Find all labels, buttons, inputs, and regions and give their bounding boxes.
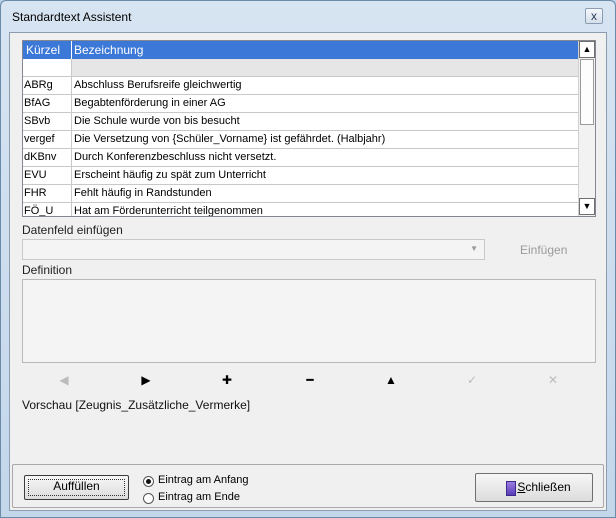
table-row[interactable]: dKBnv Durch Konferenzbeschluss nicht vers… — [23, 149, 579, 167]
table-row[interactable] — [23, 59, 579, 77]
cell-kuerzel: EVU — [23, 167, 72, 184]
cell-kuerzel: ABRg — [23, 77, 72, 94]
cell-bezeichnung: Begabtenförderung in einer AG — [74, 97, 226, 109]
grid-body: ABRg Abschluss Berufsreife gleichwertig Bf… — [23, 59, 579, 217]
title-bar: Standardtext Assistent x — [1, 1, 615, 31]
datenfeld-label: Datenfeld einfügen — [22, 223, 123, 237]
check-icon[interactable]: ✓ — [462, 371, 482, 389]
cell-bezeichnung: Die Versetzung von {Schüler_Vorname} ist… — [74, 133, 386, 145]
arrow-left-icon[interactable]: ◀ — [54, 371, 74, 389]
cell-kuerzel: BfAG — [23, 95, 72, 112]
cell-bezeichnung: Fehlt häufig in Randstunden — [74, 187, 212, 199]
arrow-up-icon[interactable]: ▲ — [381, 371, 401, 389]
minus-icon[interactable]: ━ — [300, 371, 320, 389]
grid-vertical-scrollbar[interactable]: ▲ ▼ — [578, 41, 595, 216]
dialog-window: Standardtext Assistent x Kürzel Bezeichn… — [0, 0, 616, 518]
radio-anfang-indicator — [143, 476, 154, 487]
datenfeld-select[interactable]: ▼ — [22, 239, 485, 260]
scroll-thumb[interactable] — [580, 59, 594, 125]
cell-kuerzel — [23, 59, 72, 76]
cell-bezeichnung: Abschluss Berufsreife gleichwertig — [74, 79, 242, 91]
cell-bezeichnung — [72, 59, 579, 76]
footer-panel: Auffüllen Eintrag am Anfang Eintrag am E… — [12, 464, 604, 508]
standard-text-grid[interactable]: Kürzel Bezeichnung ABRg Abschluss Berufsr… — [22, 40, 596, 217]
schliessen-button[interactable]: Schließen — [475, 473, 593, 502]
window-title: Standardtext Assistent — [12, 10, 132, 24]
table-row[interactable]: EVU Erscheint häufig zu spät zum Unterric… — [23, 167, 579, 185]
table-row[interactable]: FHR Fehlt häufig in Randstunden — [23, 185, 579, 203]
table-row[interactable]: SBvb Die Schule wurde von bis besucht — [23, 113, 579, 131]
cell-kuerzel: FÖ_U — [23, 203, 72, 216]
cell-bezeichnung: Erscheint häufig zu spät zum Unterricht — [74, 169, 266, 181]
einfuegen-button[interactable]: Einfügen — [520, 243, 567, 257]
preview-label: Vorschau [Zeugnis_Zusätzliche_Vermerke] — [22, 398, 251, 412]
cell-bezeichnung: Durch Konferenzbeschluss nicht versetzt. — [74, 151, 277, 163]
cancel-icon[interactable]: ✕ — [543, 371, 563, 389]
cell-kuerzel: SBvb — [23, 113, 72, 130]
definition-label: Definition — [22, 263, 73, 277]
radio-ende-indicator — [143, 493, 154, 504]
chevron-down-icon: ▼ — [470, 244, 478, 253]
scroll-up-button[interactable]: ▲ — [579, 41, 595, 58]
plus-icon[interactable]: ✚ — [217, 371, 237, 389]
grid-header: Kürzel Bezeichnung — [23, 41, 579, 59]
definition-textarea[interactable] — [22, 279, 596, 363]
dialog-client-area: Kürzel Bezeichnung ABRg Abschluss Berufsr… — [9, 32, 607, 511]
cell-kuerzel: vergef — [23, 131, 72, 148]
arrow-right-icon[interactable]: ▶ — [136, 371, 156, 389]
table-row[interactable]: vergef Die Versetzung von {Schüler_Vornam… — [23, 131, 579, 149]
cell-bezeichnung: Die Schule wurde von bis besucht — [74, 115, 240, 127]
radio-ende-label: Eintrag am Ende — [158, 491, 240, 503]
table-row[interactable]: FÖ_U Hat am Förderunterricht teilgenommen — [23, 203, 579, 217]
table-row[interactable]: ABRg Abschluss Berufsreife gleichwertig — [23, 77, 579, 95]
door-exit-icon — [506, 481, 516, 496]
table-row[interactable]: BfAG Begabtenförderung in einer AG — [23, 95, 579, 113]
column-header-kuerzel[interactable]: Kürzel — [26, 43, 60, 57]
window-close-button[interactable]: x — [585, 8, 603, 24]
column-header-bezeichnung[interactable]: Bezeichnung — [74, 43, 143, 57]
radio-anfang-label: Eintrag am Anfang — [158, 474, 249, 486]
schliessen-button-label: Schließen — [517, 480, 571, 494]
cell-kuerzel: FHR — [23, 185, 72, 202]
scroll-down-button[interactable]: ▼ — [579, 198, 595, 215]
auffuellen-button[interactable]: Auffüllen — [24, 475, 129, 500]
cell-kuerzel: dKBnv — [23, 149, 72, 166]
cell-bezeichnung: Hat am Förderunterricht teilgenommen — [74, 205, 263, 217]
